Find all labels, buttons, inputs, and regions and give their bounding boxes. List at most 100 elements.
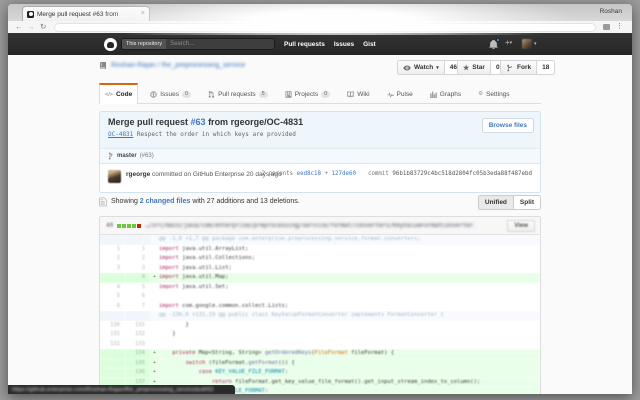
diff-marker (150, 264, 159, 274)
tab-settings[interactable]: ⚙Settings (473, 83, 514, 103)
tab-code[interactable]: </>Code (99, 83, 138, 104)
new-line-number[interactable]: 7 (125, 302, 150, 312)
new-line-number[interactable] (125, 311, 150, 321)
diff-marker (150, 283, 159, 293)
browser-menu-icon[interactable]: ⋮ (616, 22, 623, 30)
tab-label: Pull requests (218, 91, 256, 98)
branch-name[interactable]: master (117, 153, 137, 159)
old-line-number[interactable]: 132 (100, 340, 125, 350)
header-nav-pull-requests[interactable]: Pull requests (284, 41, 325, 48)
issue-icon (150, 91, 157, 98)
parent2-sha-link[interactable]: 127de60 (332, 171, 356, 177)
commit-header: Merge pull request #63 from rgeorge/OC-4… (100, 112, 540, 148)
commit-sha-info: commit 96b1b83729c4bc518d2804fc05b3eda88… (368, 171, 532, 177)
code-token: java.util.Collections; (179, 255, 255, 261)
new-line-number[interactable]: 133 (125, 340, 150, 350)
github-header: This repository Search… Pull requests Iss… (8, 33, 632, 55)
header-search[interactable]: This repository Search… (121, 38, 275, 50)
new-line-number[interactable]: 5 (125, 283, 150, 293)
header-nav-gist[interactable]: Gist (363, 41, 376, 48)
old-line-number[interactable] (100, 273, 125, 283)
old-line-number[interactable] (100, 349, 125, 359)
reload-icon[interactable]: ↻ (40, 22, 46, 31)
old-line-number[interactable]: 130 (100, 321, 125, 331)
diff-line-ctx: 132133 (100, 340, 540, 350)
new-dropdown-icon[interactable]: +▾ (505, 38, 512, 47)
old-line-number[interactable]: 5 (100, 292, 125, 302)
split-button[interactable]: Split (513, 195, 541, 210)
old-line-number[interactable] (100, 311, 125, 321)
tab-pulse[interactable]: Pulse (382, 83, 418, 103)
new-line-number[interactable]: 135 (125, 359, 150, 369)
changed-files-link[interactable]: 2 changed files (140, 198, 191, 205)
new-line-number[interactable]: 136 (125, 368, 150, 378)
code-token: ()) { (278, 360, 295, 366)
new-line-number[interactable]: 134 (125, 349, 150, 359)
tab-pull-requests[interactable]: Pull requests5 (203, 83, 273, 103)
user-avatar[interactable] (522, 39, 532, 49)
new-line-number[interactable]: 131 (125, 321, 150, 331)
unified-button[interactable]: Unified (478, 195, 513, 210)
watch-button-group: Watch ▾ 46 (397, 60, 463, 75)
new-line-number[interactable]: 2 (125, 254, 150, 264)
old-line-number[interactable]: 6 (100, 302, 125, 312)
diff-code: import com.google.common.collect.Lists; (159, 302, 540, 312)
search-scope-label: This repository (122, 39, 166, 49)
diff-line-hunk: @@ -130,6 +131,19 @@ public class KeyVal… (100, 311, 540, 321)
old-line-number[interactable] (100, 368, 125, 378)
tab-label: Wiki (357, 91, 369, 98)
search-input[interactable]: Search… (166, 39, 199, 49)
new-line-number[interactable]: 6 (125, 292, 150, 302)
fork-button[interactable]: Fork (500, 60, 537, 75)
status-bar-link-preview: https://github.enterprise.com/Roshan-Raj… (8, 385, 235, 394)
browser-profile-name[interactable]: Roshan (600, 8, 622, 15)
new-line-number[interactable]: 132 (125, 330, 150, 340)
diffstat-block-added (127, 224, 131, 228)
old-line-number[interactable] (100, 235, 125, 245)
code-token: java.util.ArrayList; (179, 246, 249, 252)
commit-description: OC-4831 Respect the order in which keys … (108, 131, 532, 138)
new-line-number[interactable]: 3 (125, 264, 150, 274)
user-menu-caret-icon[interactable]: ▾ (534, 41, 537, 47)
pr-number-link[interactable]: #63 (191, 117, 206, 127)
tab-graphs[interactable]: Graphs (425, 83, 466, 103)
browse-files-button[interactable]: Browse files (482, 118, 534, 133)
old-line-number[interactable]: 1 (100, 245, 125, 255)
extension-icon[interactable] (603, 24, 610, 30)
watch-button[interactable]: Watch ▾ (397, 60, 445, 75)
author-avatar[interactable] (108, 170, 121, 183)
author-login[interactable]: rgeorge (126, 171, 150, 178)
back-icon[interactable]: ← (15, 22, 23, 31)
fork-count[interactable]: 18 (537, 60, 555, 75)
diff-line-ctx: 56 (100, 292, 540, 302)
old-line-number[interactable] (100, 359, 125, 369)
issue-link[interactable]: OC-4831 (108, 131, 133, 138)
code-icon: </> (105, 92, 113, 98)
diff-file-path[interactable]: …/src/main/java/com/enterprise/preproces… (145, 223, 475, 229)
old-line-number[interactable]: 3 (100, 264, 125, 274)
parent1-sha-link[interactable]: eed8c18 (297, 171, 321, 177)
tab-close-icon[interactable]: × (141, 11, 145, 17)
diff-line-add: 4+import java.util.Map; (100, 273, 540, 283)
address-bar[interactable] (54, 23, 596, 32)
diff-code: import java.util.Set; (159, 283, 540, 293)
old-line-number[interactable]: 4 (100, 283, 125, 293)
view-file-button[interactable]: View (507, 220, 535, 232)
new-line-number[interactable]: 1 (125, 245, 150, 255)
star-button[interactable]: ★ Star (457, 60, 491, 75)
new-line-number[interactable]: 4 (125, 273, 150, 283)
pr-icon (208, 91, 215, 98)
tab-wiki[interactable]: Wiki (342, 83, 374, 103)
new-line-number[interactable] (125, 235, 150, 245)
tab-issues[interactable]: Issues0 (145, 83, 196, 103)
github-logo-icon[interactable] (104, 38, 117, 51)
code-token: } (159, 322, 189, 328)
header-nav-issues[interactable]: Issues (334, 41, 354, 48)
forward-icon[interactable]: → (27, 22, 35, 31)
diff-code: private Map<String, String> getOrderedKe… (159, 349, 540, 359)
tab-projects[interactable]: Projects0 (280, 83, 336, 103)
repo-breadcrumb-link[interactable]: Roshan-Rajan / fhir_preprocessing_servic… (111, 62, 245, 69)
browser-tab[interactable]: Merge pull request #63 from × (22, 6, 150, 21)
old-line-number[interactable]: 131 (100, 330, 125, 340)
old-line-number[interactable]: 2 (100, 254, 125, 264)
